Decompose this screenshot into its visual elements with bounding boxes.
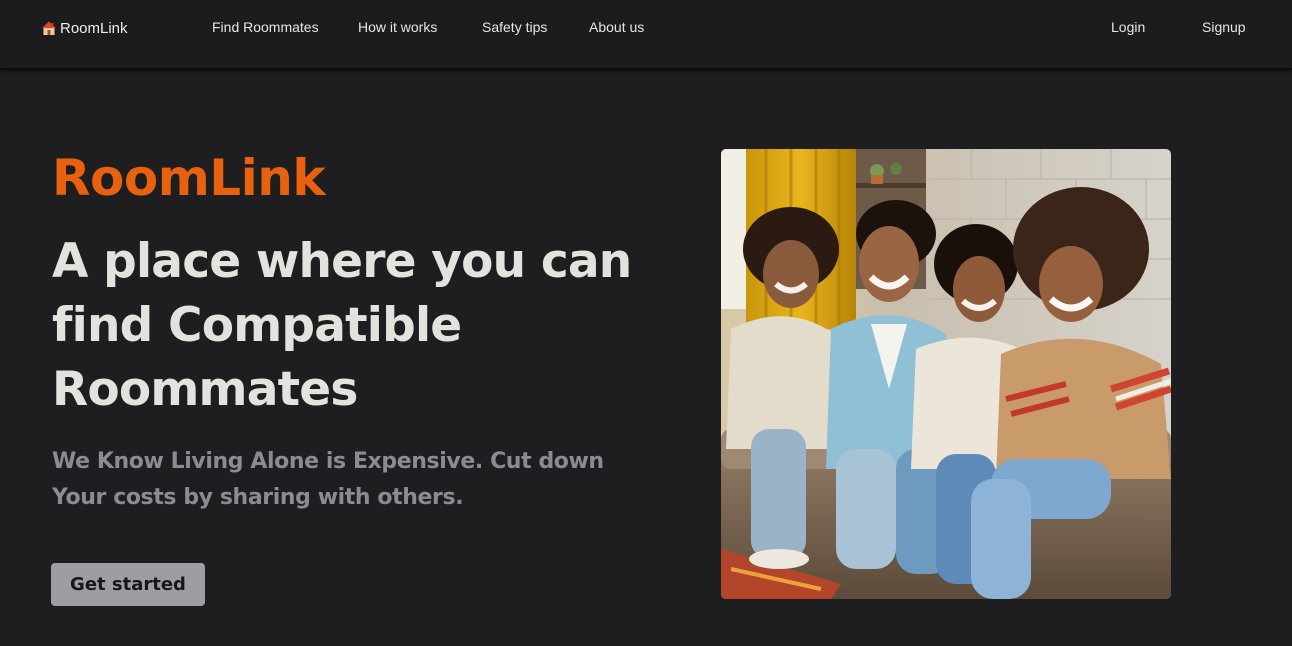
hero-subtitle: We Know Living Alone is Expensive. Cut d… <box>52 449 604 510</box>
house-icon <box>41 20 57 36</box>
friends-on-couch-illustration <box>721 149 1171 599</box>
nav-about-us[interactable]: About us <box>589 19 644 35</box>
nav-how-it-works[interactable]: How it works <box>358 19 437 35</box>
top-navbar: RoomLink Find Roommates How it works Saf… <box>0 0 1292 70</box>
login-link[interactable]: Login <box>1111 19 1145 35</box>
hero-brand-heading: RoomLink <box>52 149 326 207</box>
nav-find-roommates[interactable]: Find Roommates <box>212 19 319 35</box>
get-started-button[interactable]: Get started <box>51 563 205 606</box>
signup-link[interactable]: Signup <box>1202 19 1246 35</box>
hero-title: A place where you can find Compatible Ro… <box>52 234 632 417</box>
brand-link[interactable]: RoomLink <box>41 18 128 38</box>
nav-safety-tips[interactable]: Safety tips <box>482 19 547 35</box>
brand-label: RoomLink <box>60 19 128 37</box>
hero-image <box>721 149 1171 599</box>
